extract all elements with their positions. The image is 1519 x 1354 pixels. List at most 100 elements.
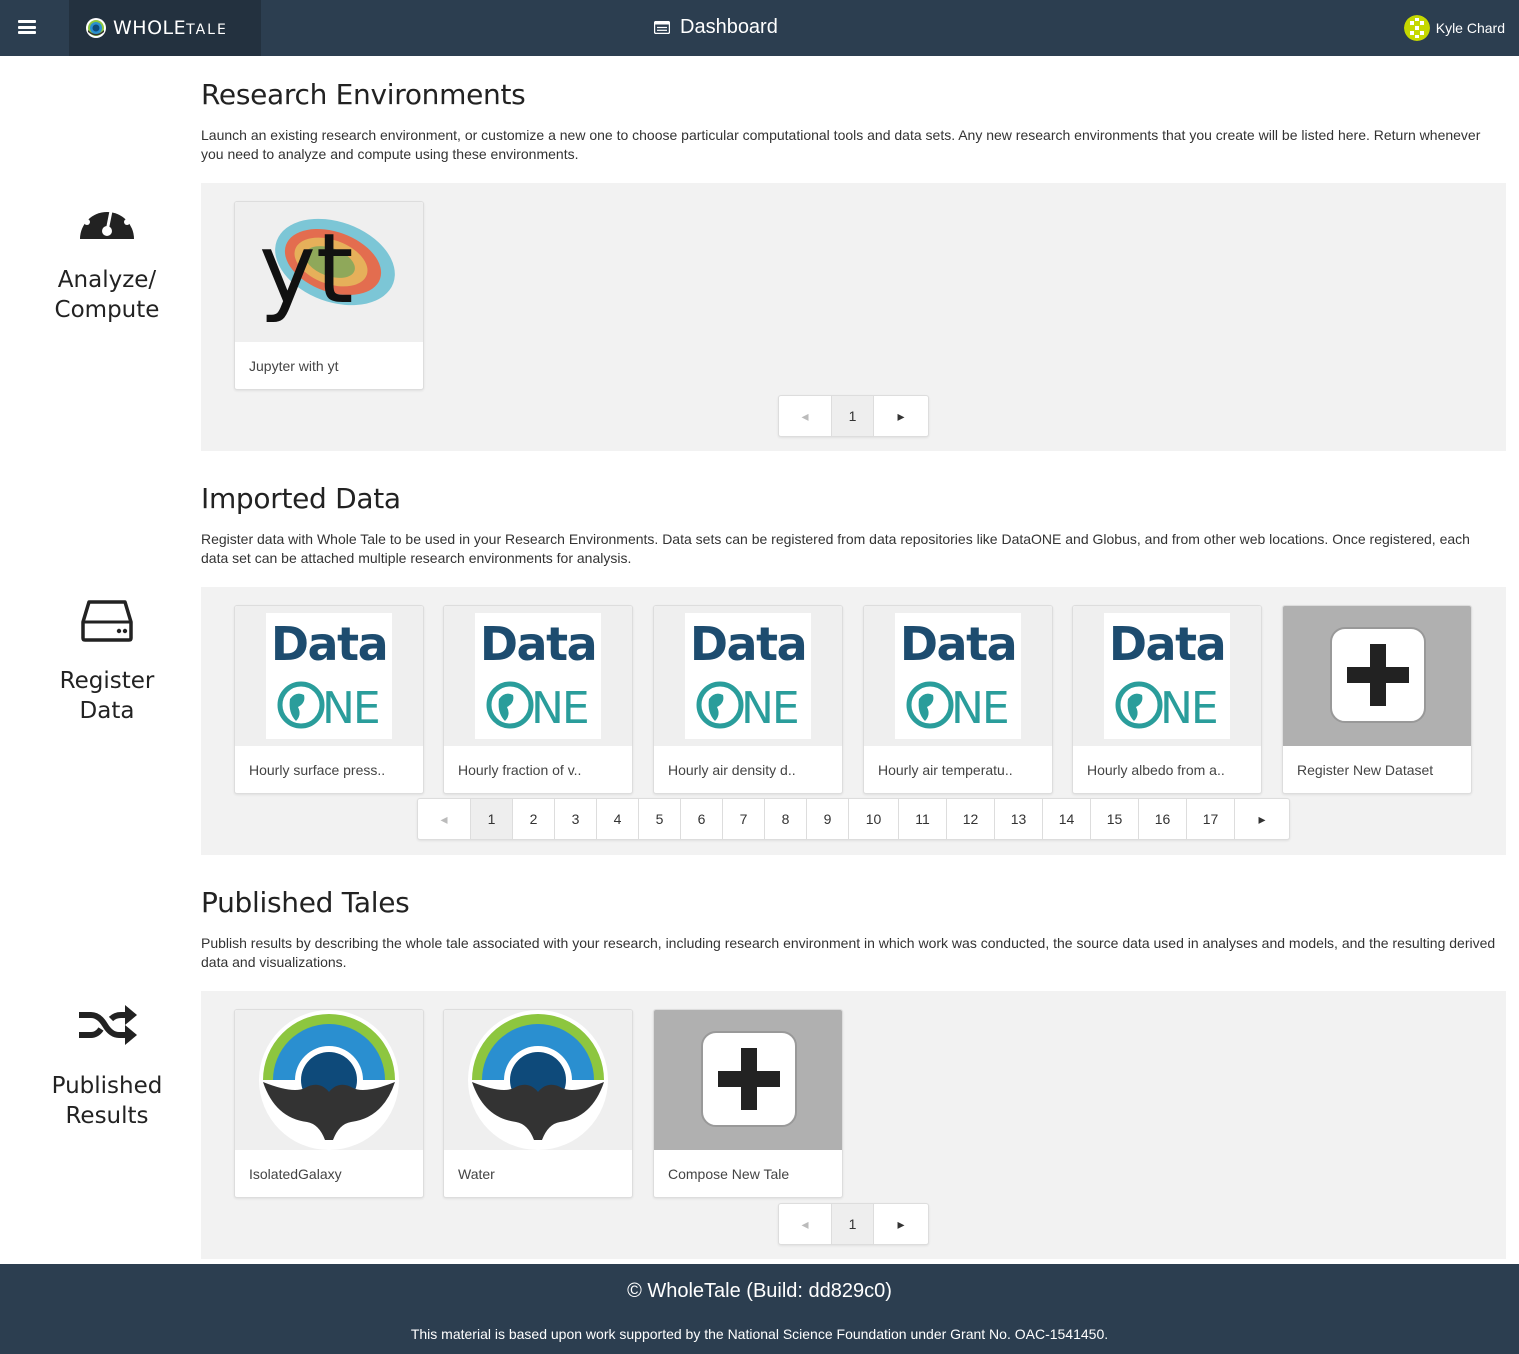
dataset-card[interactable]: Data NE Hourly fraction of v..	[443, 605, 633, 794]
side-label-analyze: Analyze/	[57, 267, 157, 293]
dataset-card-label: Hourly fraction of v..	[458, 762, 582, 778]
dataone-logo-icon: Data NE	[1104, 613, 1230, 739]
environment-card[interactable]: yt Jupyter with yt	[234, 201, 424, 390]
footer-grant-notice: This material is based upon work support…	[410, 1326, 1109, 1342]
page-title-text: Dashboard	[680, 16, 778, 38]
environments-pagination: ◂ 1 ▸	[778, 395, 929, 437]
pagination-page[interactable]: 14	[1043, 799, 1091, 839]
top-navbar: WHOLETALE Dashboard Kyle Chard	[0, 0, 1519, 56]
environment-card-label: Jupyter with yt	[249, 358, 339, 374]
menu-icon[interactable]	[18, 20, 36, 34]
pagination-page-1[interactable]: 1	[832, 1204, 874, 1244]
environments-panel: yt Jupyter with yt ◂ 1 ▸	[201, 183, 1506, 451]
plus-icon	[1330, 627, 1426, 723]
dataset-thumbnail: Data NE	[654, 606, 842, 746]
dataset-card-label: Hourly air density d..	[668, 762, 796, 778]
tale-card-label: IsolatedGalaxy	[249, 1166, 342, 1182]
tale-thumbnail	[235, 1010, 423, 1150]
yt-logo-icon: yt	[259, 213, 395, 325]
dataset-card[interactable]: Data NE Hourly air density d..	[653, 605, 843, 794]
svg-text:NE: NE	[1160, 683, 1217, 731]
side-published-results: Published Results	[0, 1003, 214, 1131]
svg-text:NE: NE	[531, 683, 588, 731]
pagination-prev-button[interactable]: ◂	[418, 799, 471, 839]
pagination-page[interactable]: 5	[639, 799, 681, 839]
section-title-data: Imported Data	[201, 482, 401, 515]
shuffle-icon	[79, 1005, 137, 1045]
dataone-logo-icon: Data NE	[475, 613, 601, 739]
side-label-register: Register	[59, 668, 155, 694]
dataset-thumbnail: Data NE	[864, 606, 1052, 746]
dataset-card[interactable]: Data NE Hourly surface press..	[234, 605, 424, 794]
avatar	[1403, 15, 1430, 41]
wholetale-logo-icon	[468, 1010, 608, 1150]
environment-thumbnail: yt	[235, 202, 423, 342]
user-name: Kyle Chard	[1435, 20, 1505, 36]
dataset-card-label: Hourly surface press..	[249, 762, 386, 778]
side-label-results: Results	[65, 1103, 149, 1129]
brand[interactable]: WHOLETALE	[69, 0, 261, 56]
compose-thumbnail	[654, 1010, 842, 1150]
pagination-prev-button[interactable]: ◂	[779, 1204, 832, 1244]
pagination-page[interactable]: 15	[1091, 799, 1139, 839]
side-analyze-compute: Analyze/ Compute	[0, 195, 214, 325]
pagination-page-1[interactable]: 1	[832, 396, 874, 436]
pagination-page[interactable]: 7	[723, 799, 765, 839]
wholetale-brand-icon	[86, 18, 106, 38]
side-label-compute: Compute	[54, 297, 160, 323]
tale-card[interactable]: IsolatedGalaxy	[234, 1009, 424, 1198]
section-title-environments: Research Environments	[201, 78, 526, 111]
wholetale-logo-icon	[259, 1010, 399, 1150]
pagination-prev-button[interactable]: ◂	[779, 396, 832, 436]
pagination-next-button[interactable]: ▸	[874, 1204, 928, 1244]
footer-copyright: © WholeTale (Build: dd829c0)	[627, 1280, 892, 1302]
dashboard-gauge-icon	[80, 201, 134, 239]
side-label-published: Published	[51, 1073, 163, 1099]
tales-pagination: ◂ 1 ▸	[778, 1203, 929, 1245]
register-new-dataset-card[interactable]: Register New Dataset	[1282, 605, 1472, 794]
page-title: Dashboard	[654, 16, 778, 39]
svg-text:yt: yt	[259, 213, 353, 325]
dashboard-icon	[654, 21, 670, 34]
dataone-logo-icon: Data NE	[895, 613, 1021, 739]
hard-drive-icon	[81, 600, 133, 642]
pagination-page[interactable]: 17	[1187, 799, 1235, 839]
data-pagination: ◂ 1 2 3 4 5 6 7 8 9 10 11 12 13 14 15 16…	[417, 798, 1290, 840]
tale-card-label: Water	[458, 1166, 495, 1182]
svg-text:NE: NE	[741, 683, 798, 731]
section-description-data: Register data with Whole Tale to be used…	[201, 531, 1470, 566]
pagination-page[interactable]: 11	[899, 799, 947, 839]
dataone-logo-icon: Data NE	[685, 613, 811, 739]
section-title-tales: Published Tales	[201, 886, 410, 919]
dataone-logo-icon: Data NE	[266, 613, 392, 739]
dataset-thumbnail: Data NE	[235, 606, 423, 746]
pagination-page[interactable]: 1	[471, 799, 513, 839]
plus-icon	[701, 1031, 797, 1127]
pagination-page[interactable]: 13	[995, 799, 1043, 839]
footer: © WholeTale (Build: dd829c0) This materi…	[0, 1264, 1519, 1354]
pagination-page[interactable]: 16	[1139, 799, 1187, 839]
section-description-environments: Launch an existing research environment,…	[201, 127, 1481, 162]
pagination-next-button[interactable]: ▸	[1235, 799, 1289, 839]
pagination-page[interactable]: 2	[513, 799, 555, 839]
dataset-card-label: Hourly air temperatu..	[878, 762, 1013, 778]
pagination-page[interactable]: 8	[765, 799, 807, 839]
pagination-page[interactable]: 4	[597, 799, 639, 839]
side-label-data: Data	[79, 698, 135, 724]
pagination-page[interactable]: 3	[555, 799, 597, 839]
pagination-next-button[interactable]: ▸	[874, 396, 928, 436]
pagination-page[interactable]: 12	[947, 799, 995, 839]
brand-name: WHOLETALE	[113, 17, 228, 39]
dataset-card[interactable]: Data NE Hourly albedo from a..	[1072, 605, 1262, 794]
svg-text:NE: NE	[951, 683, 1008, 731]
tales-panel: IsolatedGalaxy Water Compose New Tale ◂ …	[201, 991, 1506, 1259]
pagination-page[interactable]: 6	[681, 799, 723, 839]
tale-card[interactable]: Water	[443, 1009, 633, 1198]
user-menu[interactable]: Kyle Chard	[1403, 15, 1505, 41]
pagination-page[interactable]: 9	[807, 799, 849, 839]
pagination-page[interactable]: 10	[849, 799, 899, 839]
dataset-card-label: Hourly albedo from a..	[1087, 762, 1225, 778]
register-new-dataset-label: Register New Dataset	[1297, 762, 1434, 778]
compose-new-tale-card[interactable]: Compose New Tale	[653, 1009, 843, 1198]
dataset-card[interactable]: Data NE Hourly air temperatu..	[863, 605, 1053, 794]
